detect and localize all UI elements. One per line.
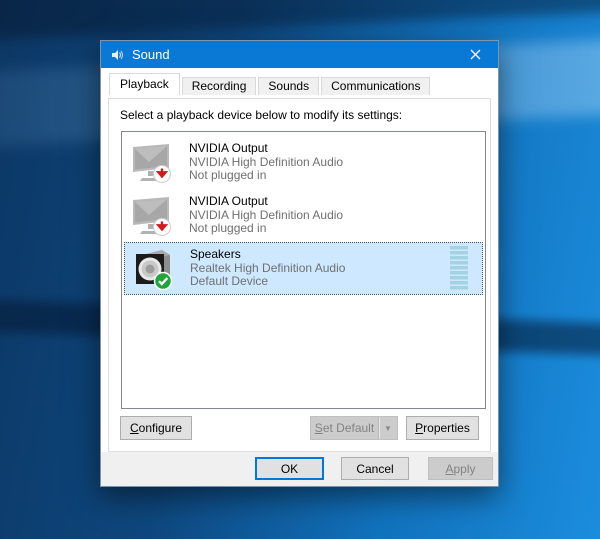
- dialog-footer: OK Cancel Apply: [101, 452, 498, 486]
- cancel-button[interactable]: Cancel: [341, 457, 409, 480]
- window-title: Sound: [132, 47, 170, 62]
- device-description: NVIDIA High Definition Audio: [189, 207, 344, 222]
- properties-button-label: P: [415, 421, 424, 435]
- device-name: NVIDIA Output: [189, 141, 268, 156]
- device-status: Not plugged in: [189, 221, 267, 236]
- monitor-icon: [129, 193, 175, 239]
- device-description: Realtek High Definition Audio: [190, 260, 346, 275]
- device-name: NVIDIA Output: [189, 194, 268, 209]
- wallpaper-top-shade: [0, 0, 600, 42]
- speaker-icon: [130, 246, 176, 292]
- tab-recording[interactable]: Recording: [181, 77, 257, 95]
- apply-button[interactable]: Apply: [428, 457, 493, 480]
- playback-tab-page: Select a playback device below to modify…: [108, 98, 491, 452]
- device-row-speakers[interactable]: Speakers Realtek High Definition Audio D…: [124, 242, 483, 295]
- tab-strip: Playback Recording Sounds Communications: [109, 73, 432, 95]
- set-default-button[interactable]: Set Default ▼: [310, 416, 398, 440]
- tab-communications[interactable]: Communications: [321, 77, 431, 95]
- tab-recording-label: Recording: [191, 79, 247, 93]
- titlebar[interactable]: Sound: [101, 41, 498, 68]
- properties-button[interactable]: Properties: [406, 416, 479, 440]
- tab-sounds-label: Sounds: [268, 79, 310, 93]
- device-name: Speakers: [190, 247, 241, 262]
- ok-button[interactable]: OK: [255, 457, 324, 480]
- tab-sounds[interactable]: Sounds: [258, 77, 320, 95]
- playback-device-list[interactable]: NVIDIA Output NVIDIA High Definition Aud…: [121, 131, 486, 409]
- speaker-icon: [110, 48, 124, 62]
- desktop-wallpaper: Sound Playback Recording Sounds Communic…: [0, 0, 600, 539]
- configure-button[interactable]: Configure: [120, 416, 192, 440]
- tab-playback[interactable]: Playback: [109, 73, 180, 95]
- set-default-dropdown-arrow-icon[interactable]: ▼: [378, 417, 397, 439]
- tab-communications-label: Communications: [331, 79, 421, 93]
- configure-button-label: C: [129, 421, 139, 435]
- apply-button-label: A: [445, 461, 454, 476]
- device-row-nvidia-1[interactable]: NVIDIA Output NVIDIA High Definition Aud…: [124, 136, 483, 189]
- device-description: NVIDIA High Definition Audio: [189, 154, 344, 169]
- monitor-icon: [129, 140, 175, 186]
- device-status: Default Device: [190, 274, 269, 289]
- set-default-button-label: Set Default: [314, 421, 375, 435]
- volume-level-meter: [450, 246, 468, 291]
- device-status: Not plugged in: [189, 168, 267, 183]
- close-button[interactable]: [453, 41, 498, 68]
- instruction-text: Select a playback device below to modify…: [120, 108, 403, 122]
- tab-playback-label: Playback: [120, 77, 169, 91]
- device-row-nvidia-2[interactable]: NVIDIA Output NVIDIA High Definition Aud…: [124, 189, 483, 242]
- sound-dialog: Sound Playback Recording Sounds Communic…: [100, 40, 499, 487]
